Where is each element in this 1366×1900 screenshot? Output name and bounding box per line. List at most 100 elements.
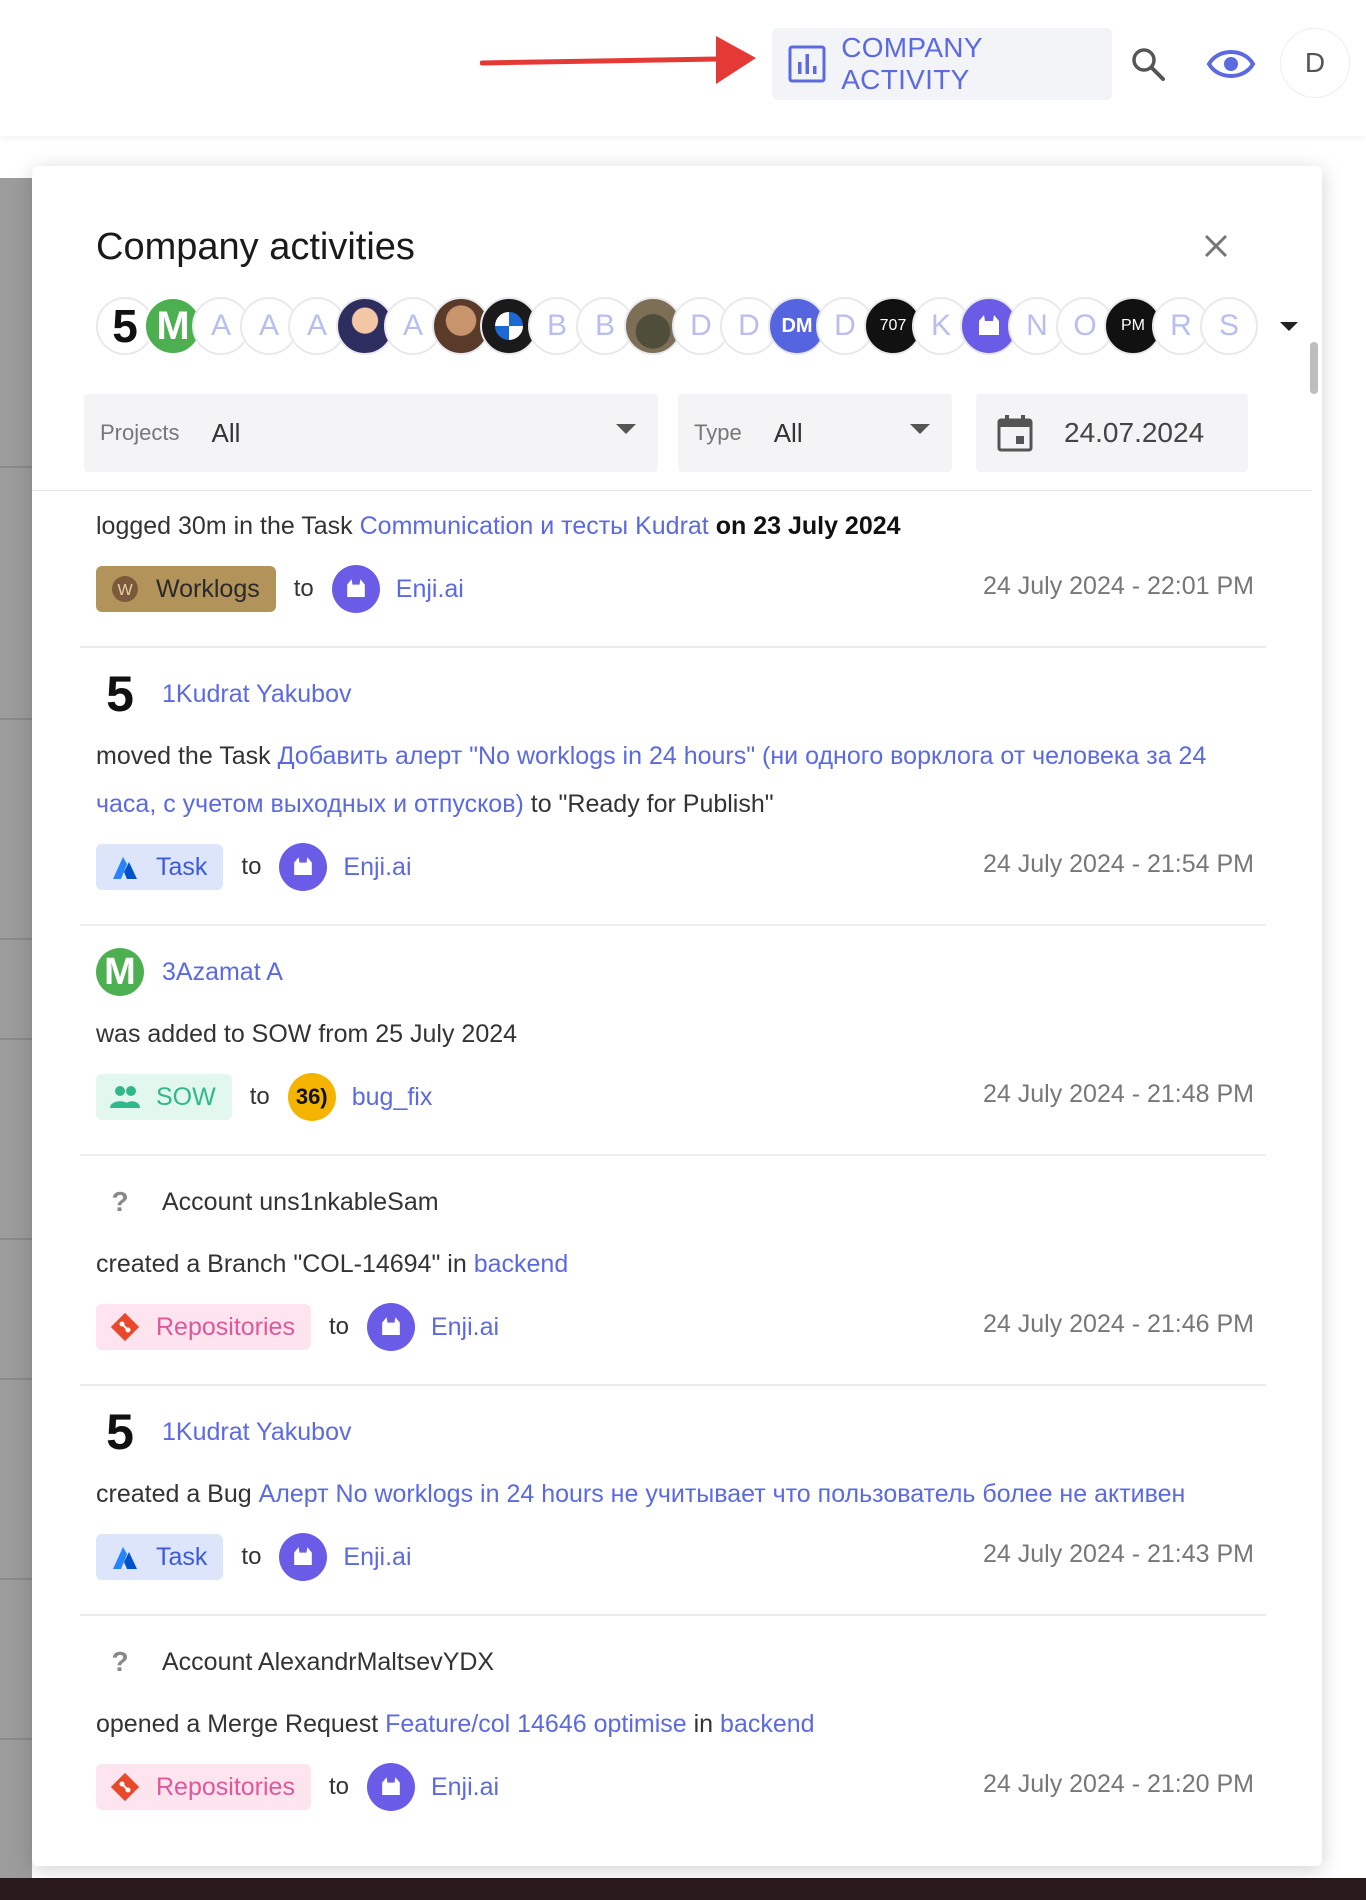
account-name: Account uns1nkableSam (162, 1187, 439, 1216)
user-name-link[interactable]: 3Azamat A (162, 958, 283, 987)
project-link[interactable]: Enji.ai (279, 843, 412, 891)
activity-meta: Task to Enji.ai 24 July 2024 - 21:54 PM (96, 828, 1266, 906)
avatar[interactable]: S (1200, 297, 1258, 355)
activity-item: 5 1Kudrat Yakubov moved the Task Добавит… (80, 662, 1266, 926)
to-label: to (293, 575, 314, 602)
activity-description: moved the Task Добавить алерт "No worklo… (96, 732, 1266, 828)
jira-icon (108, 850, 142, 884)
user-name-link[interactable]: 1Kudrat Yakubov (162, 1418, 352, 1447)
activity-connector: in (693, 1710, 714, 1738)
user-name-link[interactable]: 1Kudrat Yakubov (162, 680, 352, 709)
activity-item: 5 1Kudrat Yakubov created a Bug Алерт No… (80, 1400, 1266, 1616)
repositories-tag: Repositories (96, 1764, 311, 1810)
tag-label: Task (156, 1542, 208, 1571)
to-label: to (241, 1543, 262, 1570)
activity-action: opened a Merge Request (96, 1710, 379, 1738)
activity-user: ? Account AlexandrMaltsevYDX (96, 1630, 1266, 1694)
activity-timestamp: 24 July 2024 - 21:54 PM (983, 850, 1254, 878)
scrollbar[interactable] (1310, 342, 1318, 394)
activity-timestamp: 24 July 2024 - 21:20 PM (983, 1770, 1254, 1798)
activity-timestamp: 24 July 2024 - 21:46 PM (983, 1310, 1254, 1338)
user-avatar: 5 (106, 1404, 134, 1460)
activity-action: created a Bug (96, 1480, 252, 1508)
activity-meta: W Worklogs to Enji.ai 24 July 2024 - 22:… (96, 550, 1266, 628)
activity-action: moved the Task (96, 742, 271, 770)
tag-label: Repositories (156, 1772, 295, 1801)
user-avatar[interactable]: D (1280, 28, 1350, 98)
activity-meta: Task to Enji.ai 24 July 2024 - 21:43 PM (96, 1518, 1266, 1596)
activity-item: ? Account uns1nkableSam created a Branch… (80, 1170, 1266, 1386)
question-mark-icon: ? (111, 1646, 129, 1677)
activity-action: created a Branch "COL-14694" in (96, 1250, 467, 1278)
project-link[interactable]: Enji.ai (366, 1303, 500, 1351)
activity-description: was added to SOW from 25 July 2024 (96, 1010, 1266, 1058)
git-icon (108, 1770, 142, 1804)
repositories-tag: Repositories (96, 1304, 311, 1350)
panel-title: Company activities (96, 226, 415, 268)
activity-user: M 3Azamat A (96, 940, 1266, 1004)
people-icon (108, 1080, 142, 1114)
activity-link[interactable]: backend (720, 1710, 815, 1738)
activity-action: logged 30m in the Task (96, 512, 353, 540)
close-icon[interactable] (1200, 230, 1232, 262)
company-activity-label: COMPANY ACTIVITY (841, 32, 983, 95)
eye-icon[interactable] (1206, 42, 1256, 86)
task-tag: Task (96, 844, 224, 890)
activity-action: was added to SOW from 25 July 2024 (96, 1020, 518, 1048)
worklogs-icon: W (108, 572, 142, 606)
to-label: to (249, 1083, 270, 1110)
red-arrow-annotation (480, 36, 756, 84)
background-page (0, 178, 32, 1878)
tag-label: Repositories (156, 1312, 295, 1341)
enji-logo-icon (279, 1533, 328, 1581)
user-avatar: M (96, 948, 144, 996)
activity-description: logged 30m in the Task Communication и т… (96, 502, 1266, 550)
question-mark-icon: ? (111, 1186, 129, 1217)
account-name: Account AlexandrMaltsevYDX (162, 1647, 495, 1676)
bug-fix-project-icon: 36) (287, 1073, 336, 1121)
tag-label: Worklogs (156, 574, 260, 603)
member-avatars: 5 M A A A A B B D D DM D 707 K N O PM R … (96, 296, 1304, 356)
search-icon[interactable] (1128, 44, 1168, 84)
activity-feed: logged 30m in the Task Communication и т… (32, 492, 1322, 1844)
top-bar: COMPANY ACTIVITY D (0, 0, 1366, 136)
activity-description: opened a Merge Request Feature/col 14646… (96, 1700, 1266, 1748)
activity-description: created a Bug Алерт No worklogs in 24 ho… (96, 1470, 1266, 1518)
activity-item: ? Account AlexandrMaltsevYDX opened a Me… (80, 1630, 1266, 1826)
activity-meta: Repositories to Enji.ai 24 July 2024 - 2… (96, 1288, 1266, 1366)
expand-avatars-icon[interactable] (1274, 311, 1304, 341)
activity-user: ? Account uns1nkableSam (96, 1170, 1266, 1234)
activity-link[interactable]: Алерт No worklogs in 24 hours не учитыва… (259, 1480, 1186, 1508)
jira-icon (108, 1540, 142, 1574)
enji-logo-icon (366, 1303, 415, 1351)
project-link[interactable]: Enji.ai (279, 1533, 412, 1581)
project-link[interactable]: Enji.ai (366, 1763, 499, 1811)
project-name: Enji.ai (395, 574, 464, 603)
projects-filter[interactable]: Projects All (84, 394, 658, 472)
bar-chart-icon (786, 43, 827, 85)
to-label: to (328, 1773, 349, 1800)
enji-logo-icon (366, 1763, 415, 1811)
project-link[interactable]: 36) bug_fix (287, 1073, 432, 1121)
project-link[interactable]: Enji.ai (331, 565, 464, 613)
projects-filter-value: All (211, 417, 241, 448)
company-activities-panel: Company activities 5 M A A A A B B D D D… (32, 166, 1322, 1866)
task-tag: Task (96, 1534, 224, 1580)
to-label: to (241, 853, 262, 880)
activity-link[interactable]: backend (474, 1250, 569, 1278)
activity-user: 5 1Kudrat Yakubov (96, 1400, 1266, 1464)
activity-link[interactable]: Communication и тесты Kudrat (360, 512, 709, 540)
svg-text:W: W (117, 582, 133, 599)
date-filter[interactable]: 24.07.2024 (976, 394, 1248, 472)
project-name: Enji.ai (430, 1312, 500, 1341)
company-activity-button[interactable]: COMPANY ACTIVITY (772, 28, 1112, 100)
type-filter[interactable]: Type All (678, 394, 952, 472)
activity-timestamp: 24 July 2024 - 21:48 PM (983, 1080, 1254, 1108)
activity-link[interactable]: Feature/col 14646 optimise (385, 1710, 687, 1738)
enji-logo-icon (279, 843, 328, 891)
header-divider (32, 490, 1312, 491)
activity-meta: Repositories to Enji.ai 24 July 2024 - 2… (96, 1748, 1266, 1826)
git-icon (108, 1310, 142, 1344)
dropdown-arrow-icon (910, 424, 930, 434)
projects-filter-label: Projects (100, 420, 180, 445)
